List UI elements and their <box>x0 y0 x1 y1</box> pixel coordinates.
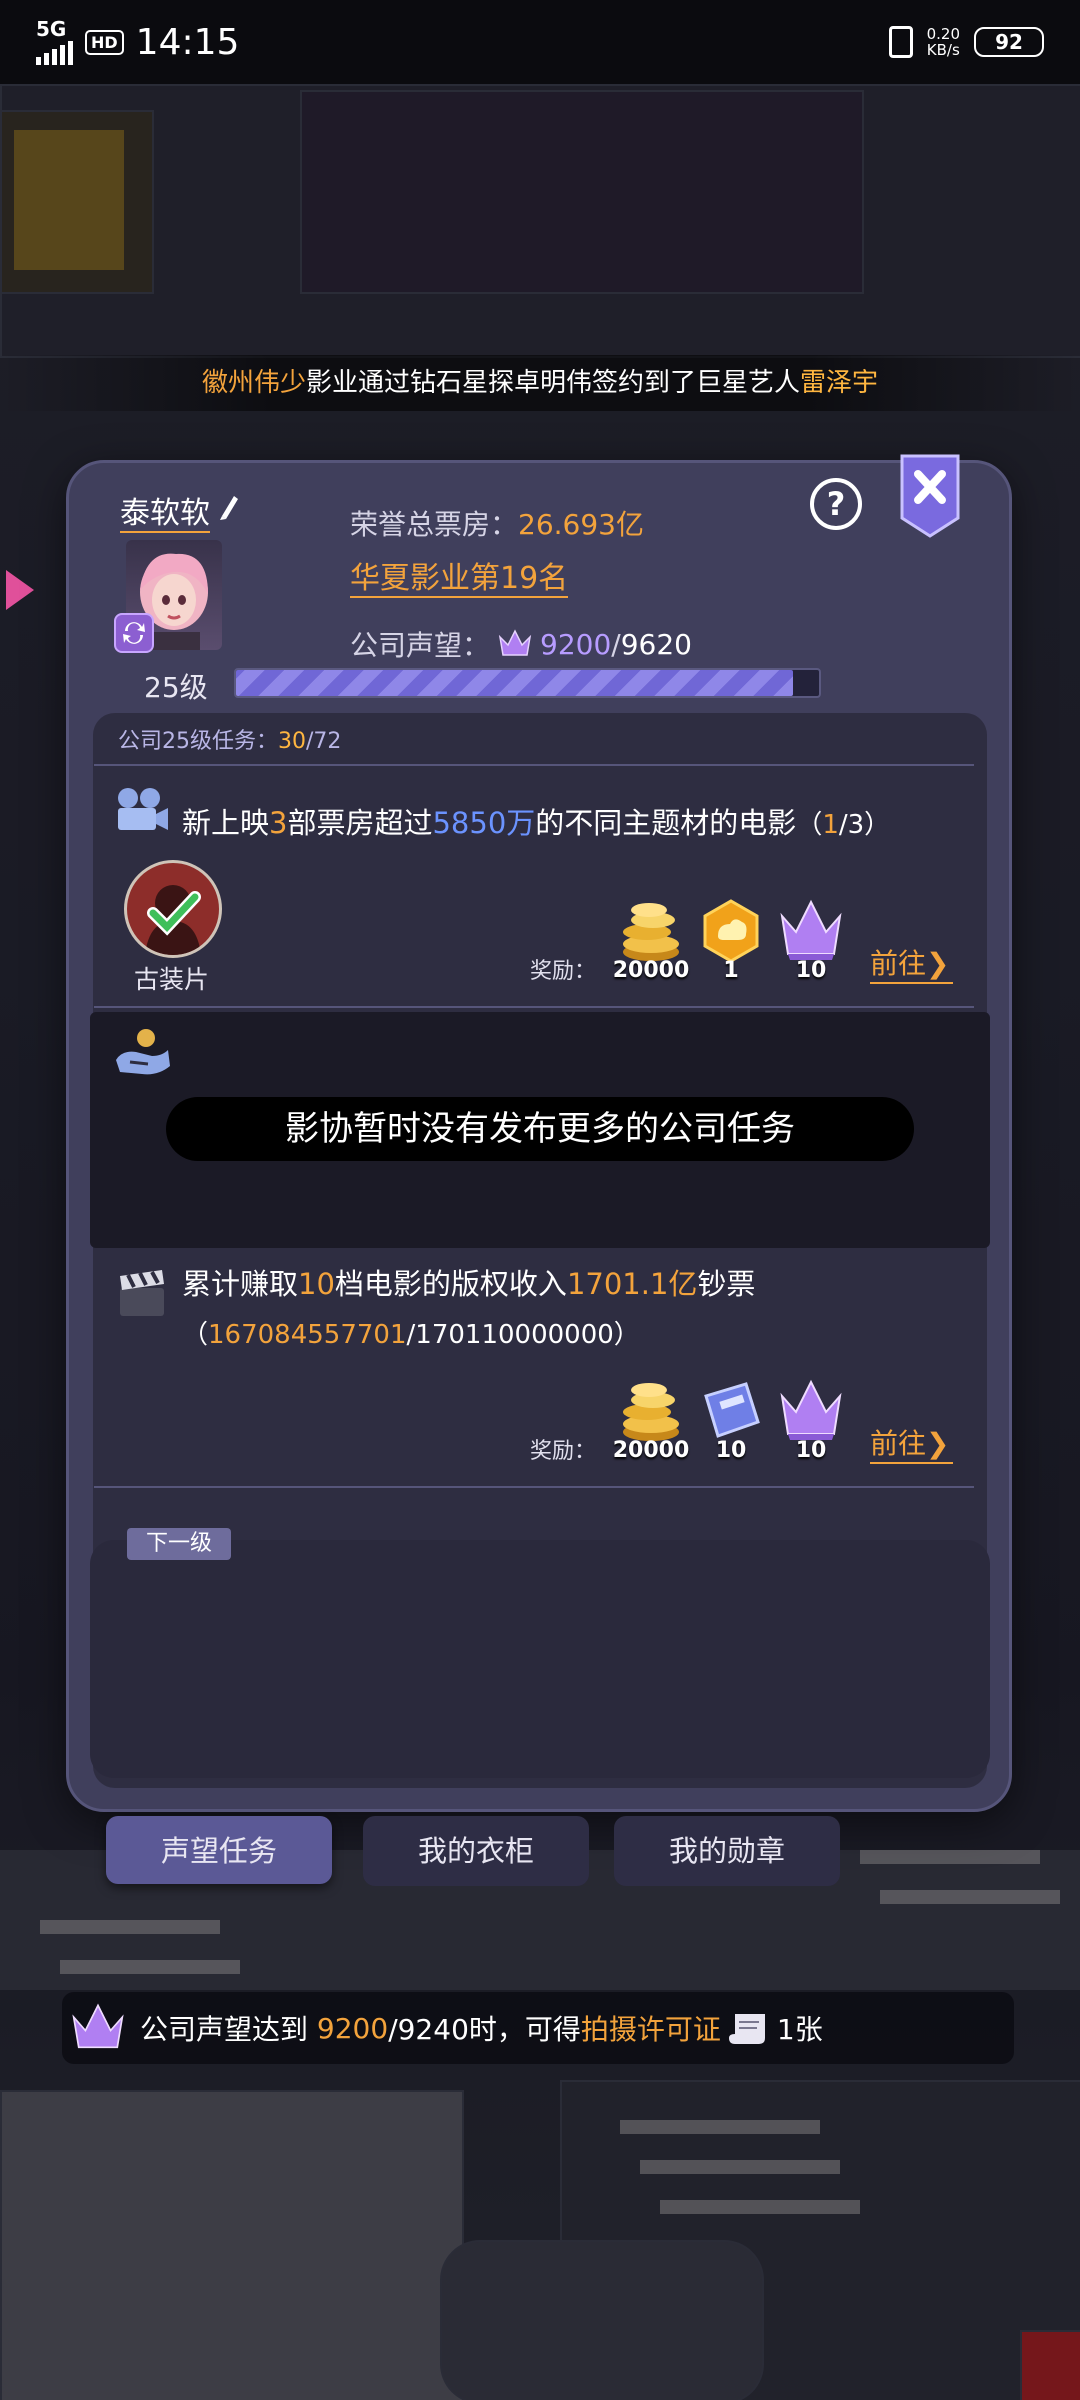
task2-progress: （167084557701/170110000000） <box>182 1320 640 1350</box>
tab-my-wardrobe[interactable]: 我的衣柜 <box>363 1816 589 1886</box>
close-button[interactable] <box>898 454 962 538</box>
reward-label: 奖励： <box>530 1439 597 1464</box>
reputation-target: 9620 <box>620 627 692 661</box>
reward-gold-coins: 20000 <box>611 898 691 983</box>
honor-badge-icon <box>703 899 759 963</box>
reward-gold-coins: 20000 <box>611 1378 691 1463</box>
crown-icon <box>780 899 842 960</box>
ticket-card-icon <box>704 1382 760 1438</box>
network-type: 5G <box>36 17 67 41</box>
scroll-icon <box>728 2014 765 2044</box>
player-level: 25级 <box>144 671 208 704</box>
battery-icon: 92 <box>974 27 1044 57</box>
broadcast-banner: 徽州伟少影业通过钻石星探卓明伟签约到了巨星艺人雷泽宇 <box>0 355 1080 411</box>
signal-icon <box>36 39 73 65</box>
handshake-icon <box>116 1029 170 1075</box>
reputation-reward-note: 公司声望达到 9200/9240时，可得 拍摄许可证 1张 <box>62 1992 1014 2064</box>
broadcast-player: 徽州伟少 <box>201 368 306 398</box>
vibrate-icon <box>888 26 913 58</box>
chevron-right-icon: ❯ <box>926 1427 950 1460</box>
reward-label: 奖励： <box>530 959 597 984</box>
reward-ticket-card: 10 <box>691 1378 771 1463</box>
reputation-stat: 公司声望： 9200/9620 <box>350 627 692 663</box>
task-header: 公司25级任务：30/72 <box>118 729 342 754</box>
task1-goto-button[interactable]: 前往❯ <box>870 942 954 984</box>
box-office-value: 26.693亿 <box>518 508 644 541</box>
tab-my-medals[interactable]: 我的勋章 <box>614 1816 840 1886</box>
edit-name-icon[interactable] <box>218 492 240 522</box>
broadcast-star: 雷泽宇 <box>800 368 879 398</box>
divider <box>94 764 974 766</box>
tab-reputation-tasks[interactable]: 声望任务 <box>106 1816 332 1884</box>
crown-icon <box>72 2003 124 2049</box>
film-camera-icon <box>118 788 168 830</box>
side-expand-icon[interactable] <box>0 560 40 620</box>
task-done-count: 30 <box>278 729 306 754</box>
switch-avatar-icon[interactable] <box>114 613 154 653</box>
genre-label: 古装片 <box>134 965 210 994</box>
player-name[interactable]: 泰软软 <box>120 488 210 533</box>
chevron-right-icon: ❯ <box>926 947 950 980</box>
next-level-tag: 下一级 <box>127 1528 231 1560</box>
clapperboard-icon <box>120 1270 164 1316</box>
crown-icon <box>780 1379 842 1440</box>
status-bar: 5G HD 14:15 0.20 KB/s 92 <box>0 0 1080 84</box>
no-more-tasks-message: 影协暂时没有发布更多的公司任务 <box>166 1097 914 1161</box>
divider <box>94 1006 974 1008</box>
gold-coins-icon <box>623 1383 679 1441</box>
reputation-progress-bar <box>234 668 821 698</box>
reputation-current: 9200 <box>540 627 612 661</box>
clock: 14:15 <box>135 21 240 63</box>
task2-goto-button[interactable]: 前往❯ <box>870 1422 954 1464</box>
rank-link[interactable]: 华夏影业第19名 <box>350 553 569 598</box>
divider <box>94 1486 974 1488</box>
box-office-stat: 荣誉总票房：26.693亿 <box>350 508 644 541</box>
reward-crown: 10 <box>771 898 851 983</box>
gold-coins-icon <box>623 903 679 961</box>
help-button[interactable]: ? <box>810 478 862 530</box>
network-speed: 0.20 KB/s <box>926 25 960 59</box>
next-level-section <box>90 1540 990 1778</box>
crown-icon <box>498 629 532 656</box>
hd-icon: HD <box>85 29 124 55</box>
reward-honor-badge: 1 <box>691 898 771 983</box>
reputation-progress-fill <box>236 670 794 696</box>
battery-level: 92 <box>995 30 1023 54</box>
reward-crown: 10 <box>771 1378 851 1463</box>
broadcast-message: 影业通过钻石星探卓明伟签约到了巨星艺人 <box>305 368 800 398</box>
task2-description: 累计赚取10档电影的版权收入1701.1亿钞票 <box>182 1267 756 1301</box>
task1-description: 新上映3部票房超过5850万的不同主题材的电影（1/3） <box>182 806 891 840</box>
genre-costume-icon <box>124 860 222 958</box>
